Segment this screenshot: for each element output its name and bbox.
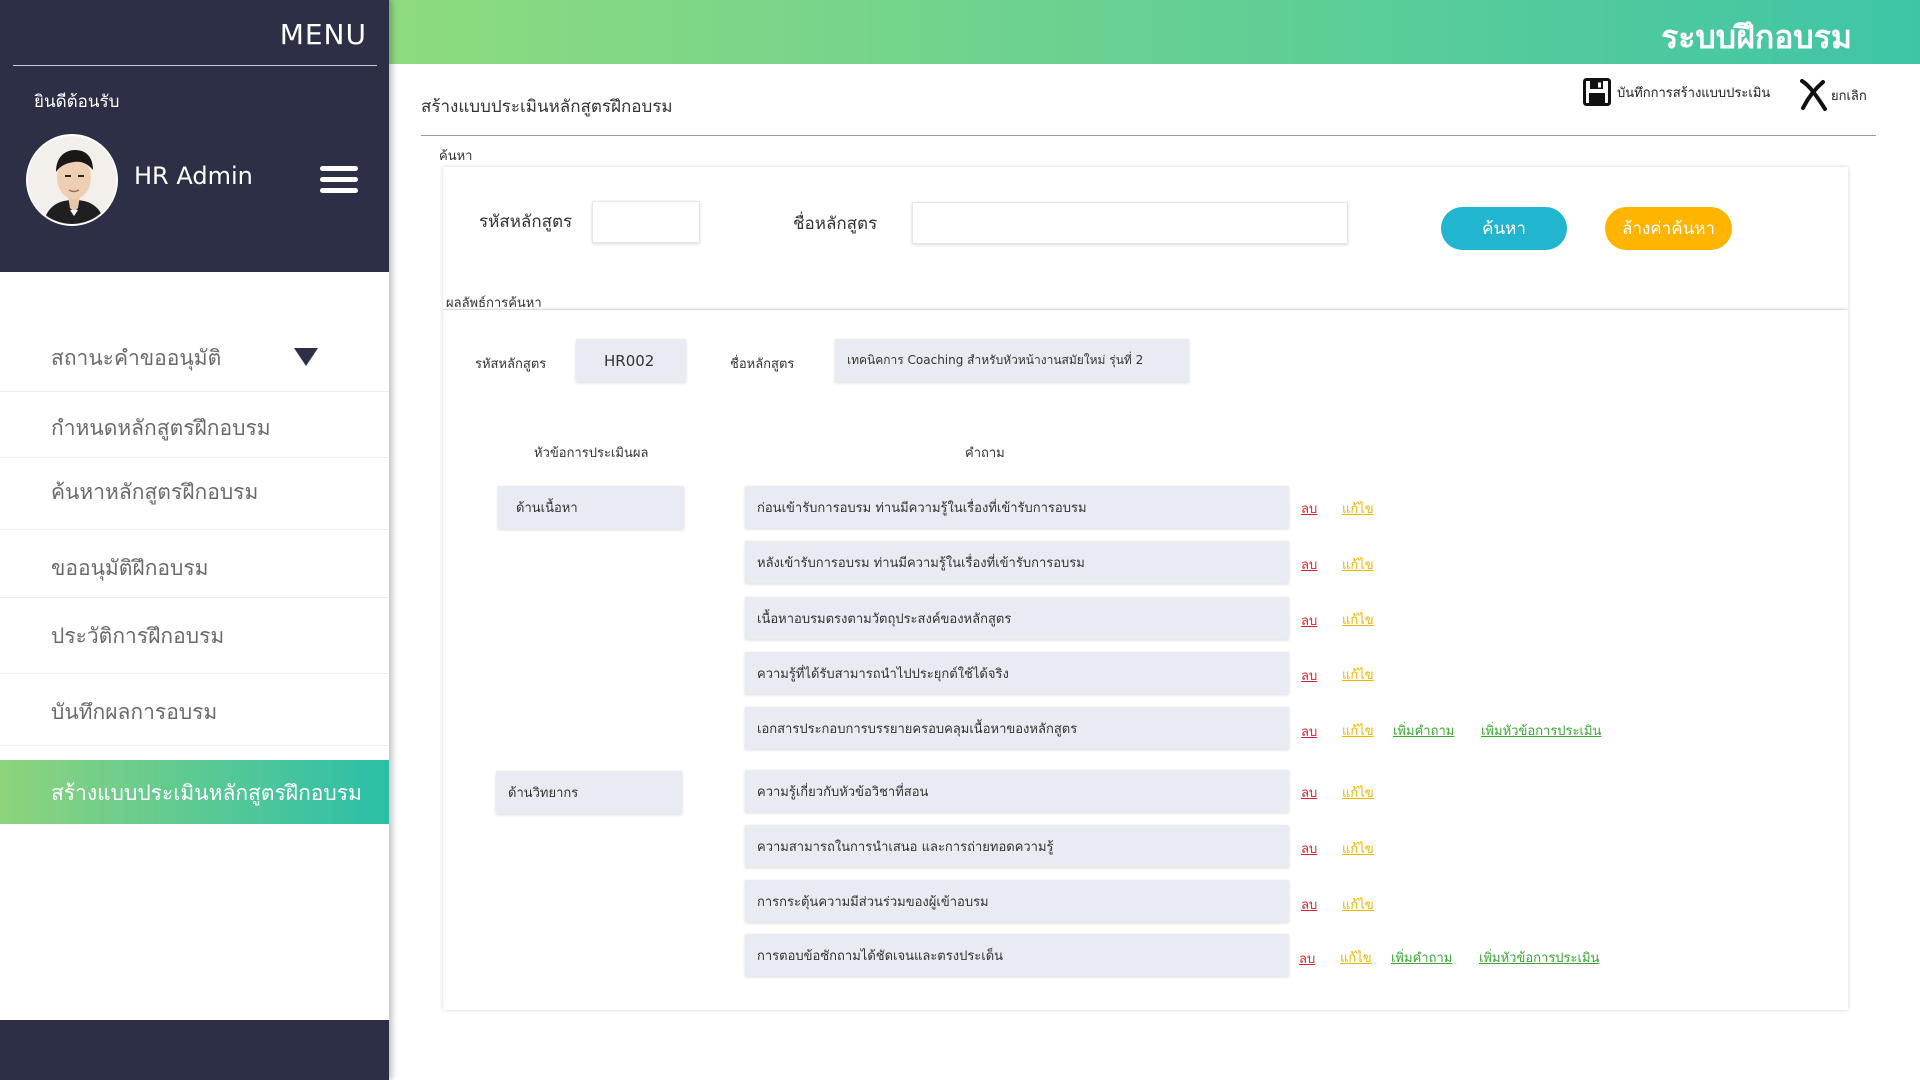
add-topic-link[interactable]: เพิ่มหัวข้อการประเมิน [1479, 947, 1599, 968]
course-code-label: รหัสหลักสูตร [479, 212, 573, 232]
edit-link[interactable]: แก้ไข [1342, 609, 1374, 630]
delete-link[interactable]: ลบ [1301, 554, 1317, 575]
sidebar-profile-panel: MENU ยินดีต้อนรับ HR Admin [0, 0, 389, 272]
course-code-input[interactable] [592, 201, 700, 243]
edit-link[interactable]: แก้ไข [1342, 554, 1374, 575]
cancel-label: ยกเลิก [1831, 88, 1867, 104]
delete-link[interactable]: ลบ [1301, 665, 1317, 686]
sidebar-item-approval-status[interactable]: สถานะคำขออนุมัติ [0, 322, 389, 392]
sidebar-item-label: สร้างแบบประเมินหลักสูตรฝึกอบรม [51, 781, 362, 805]
question-column-header: คำถาม [965, 446, 1005, 461]
add-question-link[interactable]: เพิ่มคำถาม [1391, 947, 1452, 968]
edit-link[interactable]: แก้ไข [1342, 498, 1374, 519]
topic-content: ด้านเนื้อหา [498, 486, 684, 529]
avatar [26, 134, 118, 226]
sidebar-item-define-course[interactable]: กำหนดหลักสูตรฝึกอบรม [0, 392, 389, 458]
delete-link[interactable]: ลบ [1301, 894, 1317, 915]
edit-link[interactable]: แก้ไข [1342, 782, 1374, 803]
sidebar-item-label: ค้นหาหลักสูตรฝึกอบรม [51, 480, 259, 504]
user-name: HR Admin [134, 162, 253, 190]
title-divider [421, 135, 1876, 136]
sidebar-item-search-course[interactable]: ค้นหาหลักสูตรฝึกอบรม [0, 458, 389, 530]
topic-column-header: หัวข้อการประเมินผล [534, 446, 649, 461]
sidebar: MENU ยินดีต้อนรับ HR Admin สถานะคำขออนุม… [0, 0, 389, 1080]
search-section-label: ค้นหา [439, 149, 473, 164]
sidebar-item-label: สถานะคำขออนุมัติ [51, 346, 222, 370]
question-text: การกระตุ้นความมีส่วนร่วมของผู้เข้าอบรม [745, 880, 1289, 922]
save-evaluation-button[interactable]: บันทึกการสร้างแบบประเมิน [1583, 78, 1770, 106]
delete-link[interactable]: ลบ [1301, 782, 1317, 803]
delete-link[interactable]: ลบ [1301, 838, 1317, 859]
course-name-input[interactable] [912, 202, 1348, 244]
edit-link[interactable]: แก้ไข [1342, 838, 1374, 859]
clear-search-button[interactable]: ล้างค่าค้นหา [1605, 207, 1732, 250]
delete-link[interactable]: ลบ [1301, 721, 1317, 742]
result-code-label: รหัสหลักสูตร [475, 357, 547, 372]
add-topic-link[interactable]: เพิ่มหัวข้อการประเมิน [1481, 720, 1601, 741]
course-name-label: ชื่อหลักสูตร [793, 214, 878, 234]
search-button[interactable]: ค้นหา [1441, 207, 1567, 250]
add-question-link[interactable]: เพิ่มคำถาม [1393, 720, 1454, 741]
save-icon [1583, 78, 1611, 106]
search-panel: รหัสหลักสูตร ชื่อหลักสูตร ค้นหา ล้างค่าค… [443, 167, 1848, 309]
app-title: ระบบฝึกอบรม [1661, 18, 1852, 56]
sidebar-item-create-evaluation[interactable]: สร้างแบบประเมินหลักสูตรฝึกอบรม [0, 760, 389, 824]
sidebar-item-label: ประวัติการฝึกอบรม [51, 624, 225, 648]
sidebar-item-label: กำหนดหลักสูตรฝึกอบรม [51, 416, 271, 440]
delete-link[interactable]: ลบ [1301, 610, 1317, 631]
save-evaluation-label: บันทึกการสร้างแบบประเมิน [1617, 85, 1771, 101]
question-text: ก่อนเข้ารับการอบรม ท่านมีความรู้ในเรื่อง… [745, 486, 1289, 528]
chevron-down-icon[interactable] [294, 348, 318, 366]
results-panel: รหัสหลักสูตร HR002 ชื่อหลักสูตร เทคนิคกา… [443, 310, 1848, 1010]
question-text: ความสามารถในการนำเสนอ และการถ่ายทอดความร… [745, 825, 1289, 867]
result-name-value: เทคนิคการ Coaching สำหรับหัวหน้างานสมัยใ… [835, 339, 1189, 382]
question-text: เอกสารประกอบการบรรยายครอบคลุมเนื้อหาของห… [745, 707, 1289, 749]
close-icon [1800, 79, 1827, 111]
question-text: หลังเข้ารับการอบรม ท่านมีความรู้ในเรื่อง… [745, 541, 1289, 583]
question-text: เนื้อหาอบรมตรงตามวัตถุประสงค์ของหลักสูตร [745, 597, 1289, 639]
menu-divider [13, 65, 377, 66]
result-code-value: HR002 [576, 339, 686, 382]
question-text: ความรู้ที่ได้รับสามารถนำไปประยุกต์ใช้ได้… [745, 652, 1289, 694]
topic-speaker: ด้านวิทยากร [496, 771, 682, 814]
edit-link[interactable]: แก้ไข [1342, 664, 1374, 685]
sidebar-item-request-training[interactable]: ขออนุมัติฝึกอบรม [0, 530, 389, 598]
cancel-button[interactable]: ยกเลิก [1799, 78, 1867, 112]
question-text: ความรู้เกี่ยวกับหัวข้อวิชาที่สอน [745, 770, 1289, 812]
user-avatar-icon [28, 136, 116, 224]
page-title: สร้างแบบประเมินหลักสูตรฝึกอบรม [421, 97, 673, 117]
sidebar-footer [0, 1020, 389, 1080]
top-header: ระบบฝึกอบรม [389, 0, 1920, 64]
edit-link[interactable]: แก้ไข [1342, 894, 1374, 915]
delete-link[interactable]: ลบ [1301, 498, 1317, 519]
sidebar-item-label: ขออนุมัติฝึกอบรม [51, 556, 209, 580]
result-name-label: ชื่อหลักสูตร [730, 357, 795, 372]
welcome-text: ยินดีต้อนรับ [34, 92, 120, 112]
edit-link[interactable]: แก้ไข [1342, 720, 1374, 741]
sidebar-item-label: บันทึกผลการอบรม [51, 700, 218, 724]
hamburger-menu-icon[interactable] [320, 166, 358, 194]
delete-link[interactable]: ลบ [1299, 948, 1315, 969]
edit-link[interactable]: แก้ไข [1340, 947, 1372, 968]
menu-title: MENU [279, 18, 367, 51]
sidebar-item-record-results[interactable]: บันทึกผลการอบรม [0, 674, 389, 746]
question-text: การตอบข้อซักถามได้ชัดเจนและตรงประเด็น [745, 934, 1289, 976]
sidebar-item-training-history[interactable]: ประวัติการฝึกอบรม [0, 598, 389, 674]
